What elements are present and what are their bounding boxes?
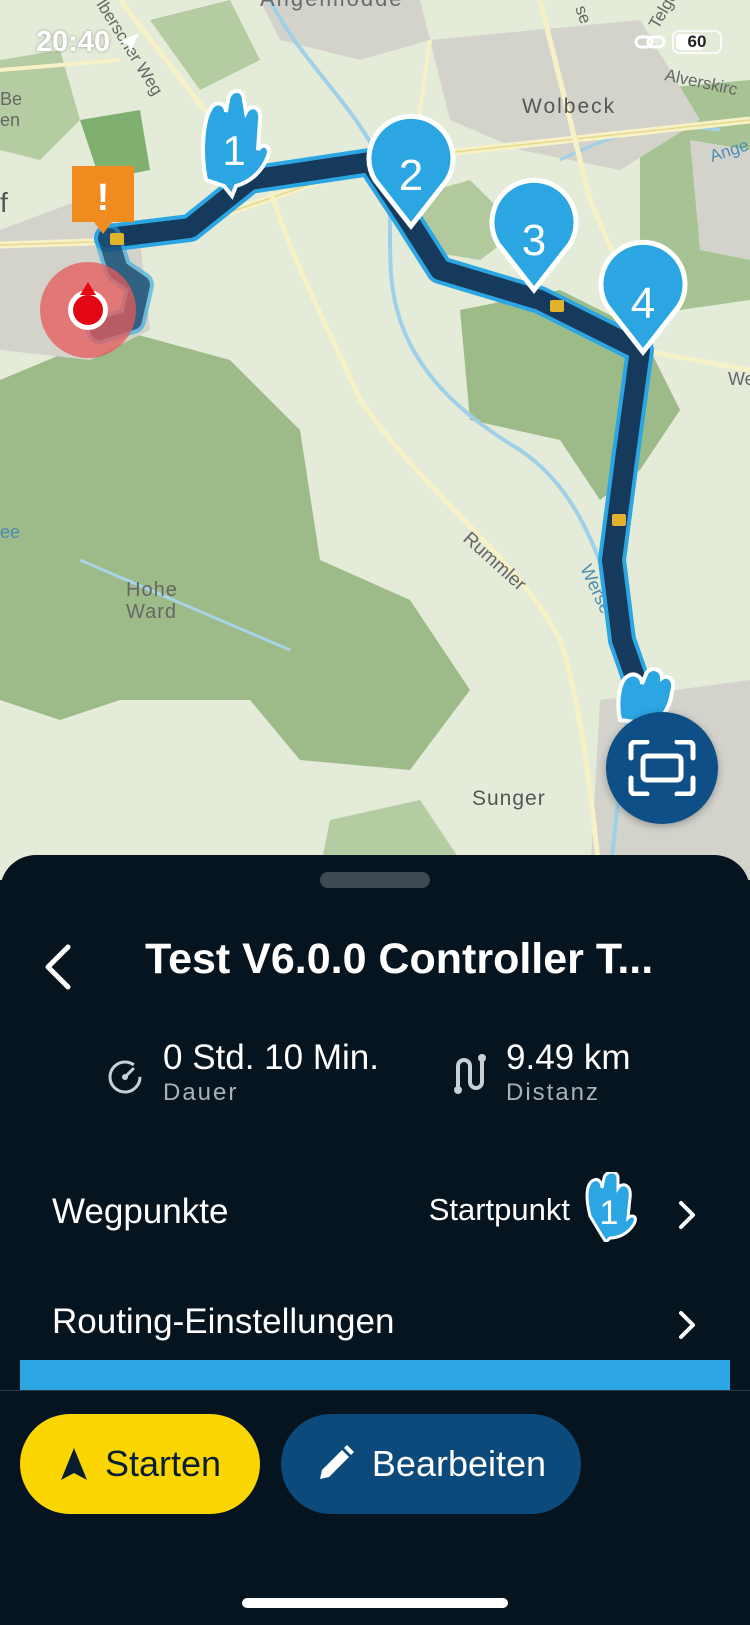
home-indicator[interactable] [242, 1598, 508, 1608]
svg-text:1: 1 [222, 127, 245, 174]
link-icon [634, 35, 666, 49]
battery-icon: 60 [672, 30, 722, 54]
sheet-drag-handle[interactable] [320, 872, 430, 888]
start-button[interactable]: Starten [20, 1414, 260, 1514]
route-title: Test V6.0.0 Controller T... [145, 935, 654, 983]
map-label-sunger: Sunger [472, 787, 546, 810]
routing-settings-row[interactable]: Routing-Einstellungen [0, 1278, 750, 1368]
distance-route-icon [454, 1054, 486, 1094]
waypoints-value: Startpunkt [428, 1192, 570, 1227]
map-label-f: f [0, 187, 8, 218]
map-label-hohe: Hohe [126, 579, 178, 601]
waypoints-row[interactable]: Wegpunkte Startpunkt 1 [0, 1168, 750, 1258]
svg-text:2: 2 [399, 151, 423, 200]
map-label-angelmodde: Angelmodde [260, 0, 404, 11]
duration-value: 0 Std. 10 Min. [163, 1038, 379, 1077]
map-label-ee: ee [0, 522, 20, 542]
waypoints-label: Wegpunkte [52, 1192, 229, 1231]
location-arrow-icon [119, 32, 139, 53]
back-chevron-icon[interactable] [38, 939, 78, 995]
distance-stat: 9.49 km Distanz [452, 1038, 631, 1108]
edit-button-label: Bearbeiten [371, 1443, 547, 1484]
fit-screen-icon [628, 740, 696, 796]
svg-text:!: ! [97, 177, 110, 219]
waypoint-hand-icon: 1 [585, 1172, 637, 1242]
current-location-marker [40, 262, 136, 358]
map-label-be: Be [0, 89, 22, 109]
fit-route-button[interactable] [606, 712, 718, 824]
navigation-arrow-icon [60, 1448, 87, 1480]
bottom-action-bar: Starten Bearbeiten [0, 1390, 750, 1625]
status-bar-time: 20:40 [36, 26, 142, 59]
svg-text:1: 1 [600, 1194, 619, 1232]
status-bar-right: 60 [634, 30, 722, 54]
svg-text:3: 3 [522, 216, 546, 265]
svg-text:4: 4 [631, 279, 655, 328]
map-label-ward: Ward [126, 601, 177, 623]
map-label-we: We [728, 369, 750, 389]
duration-stat: 0 Std. 10 Min. Dauer [105, 1038, 379, 1108]
chevron-right-icon [679, 1311, 695, 1339]
chevron-right-icon [679, 1201, 695, 1229]
duration-label: Dauer [163, 1079, 239, 1106]
timer-icon [108, 1060, 142, 1094]
map-label-wolbeck: Wolbeck [522, 95, 616, 118]
blue-banner-strip [20, 1360, 730, 1390]
pencil-icon [319, 1445, 354, 1479]
routing-settings-label: Routing-Einstellungen [52, 1302, 395, 1341]
edit-button[interactable]: Bearbeiten [281, 1414, 581, 1514]
start-button-label: Starten [104, 1443, 222, 1484]
distance-label: Distanz [506, 1079, 601, 1106]
map-label-en: en [0, 110, 20, 130]
distance-value: 9.49 km [506, 1038, 631, 1077]
